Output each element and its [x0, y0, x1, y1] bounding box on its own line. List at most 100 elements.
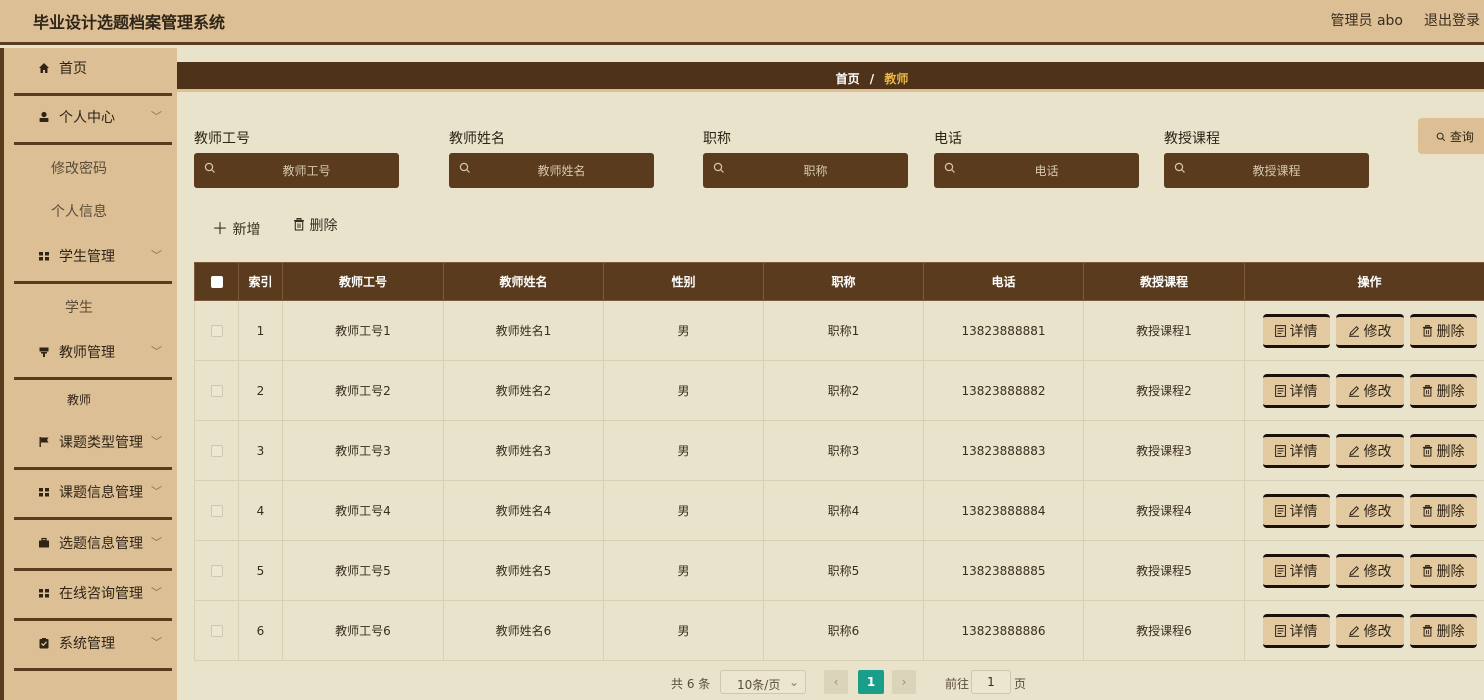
- document-icon: [1274, 324, 1286, 337]
- sidebar-subitem-student[interactable]: 学生: [14, 287, 172, 327]
- sidebar-subitem-personal-info[interactable]: 个人信息: [14, 191, 172, 231]
- sidebar: 首页 个人中心 ﹀ 修改密码 个人信息 学生管理 ﹀ 学生 教师管理 ﹀ 教师: [0, 48, 177, 700]
- page-size-select[interactable]: 10条/页 ⌄: [720, 670, 806, 694]
- breadcrumb: 首页 / 教师: [177, 70, 1484, 87]
- edit-button[interactable]: 修改: [1335, 373, 1404, 408]
- edit-button[interactable]: 修改: [1335, 433, 1404, 468]
- sidebar-item-consult-mgmt[interactable]: 在线咨询管理 ﹀: [14, 573, 172, 621]
- phone-cell: 13823888883: [923, 420, 1084, 481]
- home-icon: [38, 62, 50, 76]
- row-select-cell[interactable]: [194, 480, 239, 541]
- row-checkbox[interactable]: [210, 385, 223, 397]
- edit-button[interactable]: 修改: [1335, 553, 1404, 588]
- pencil-icon: [1348, 505, 1359, 517]
- row-select-cell[interactable]: [194, 300, 239, 361]
- teacher-name-cell: 教师姓名5: [443, 540, 604, 601]
- select-all-checkbox[interactable]: [210, 276, 223, 288]
- delete-label: 删除: [1436, 323, 1465, 340]
- row-checkbox[interactable]: [210, 565, 223, 577]
- delete-button[interactable]: 删除: [1409, 373, 1477, 408]
- breadcrumb-home[interactable]: 首页: [836, 72, 860, 86]
- course-cell: 教授课程5: [1083, 540, 1245, 601]
- detail-button[interactable]: 详情: [1262, 313, 1330, 348]
- chevron-down-icon: ﹀: [151, 636, 162, 649]
- row-checkbox[interactable]: [210, 445, 223, 457]
- detail-button[interactable]: 详情: [1262, 613, 1330, 648]
- row-select-cell[interactable]: [194, 420, 239, 481]
- row-select-cell[interactable]: [194, 600, 239, 661]
- row-checkbox[interactable]: [210, 505, 223, 517]
- course-cell: 教授课程1: [1083, 300, 1245, 361]
- add-label: 新增: [232, 222, 261, 238]
- teacher-id-cell: 教师工号2: [282, 360, 444, 421]
- teacher-id-cell: 教师工号1: [282, 300, 444, 361]
- phone-input[interactable]: 电话: [934, 153, 1139, 188]
- delete-button[interactable]: 删除: [1409, 553, 1477, 588]
- row-select-cell[interactable]: [194, 360, 239, 421]
- delete-label: 删除: [1436, 503, 1465, 520]
- table-row: 1 教师工号1 教师姓名1 男职称1 13823888881 教授课程1 详情 修改 删除: [194, 300, 1484, 361]
- detail-label: 详情: [1289, 383, 1318, 400]
- delete-button[interactable]: 删除: [1409, 493, 1477, 528]
- add-button[interactable]: ＋ 新增: [212, 215, 260, 239]
- goto-page-input[interactable]: 1: [971, 670, 1011, 694]
- prev-page-button[interactable]: ‹: [824, 670, 848, 694]
- sidebar-item-student-mgmt[interactable]: 学生管理 ﹀: [14, 236, 172, 284]
- detail-button[interactable]: 详情: [1262, 493, 1330, 528]
- chevron-down-icon: ﹀: [151, 485, 162, 498]
- row-checkbox[interactable]: [210, 325, 223, 337]
- detail-button[interactable]: 详情: [1262, 373, 1330, 408]
- phone-cell: 13823888885: [923, 540, 1084, 601]
- sidebar-subitem-label: 修改密码: [51, 161, 107, 177]
- pencil-icon: [1348, 565, 1359, 577]
- delete-button[interactable]: 删除: [1409, 613, 1477, 648]
- sidebar-item-teacher-mgmt[interactable]: 教师管理 ﹀: [14, 332, 172, 380]
- sidebar-item-system-mgmt[interactable]: 系统管理 ﹀: [14, 623, 172, 671]
- document-icon: [1274, 444, 1286, 457]
- title-cell: 职称4: [763, 480, 924, 541]
- teacher-id-input[interactable]: 教师工号: [194, 153, 399, 188]
- query-label: 查询: [1449, 130, 1474, 144]
- page-number-active[interactable]: 1: [858, 670, 884, 694]
- edit-button[interactable]: 修改: [1335, 313, 1404, 348]
- sidebar-item-selection-info-mgmt[interactable]: 选题信息管理 ﹀: [14, 523, 172, 571]
- sidebar-subitem-change-password[interactable]: 修改密码: [14, 148, 172, 188]
- input-placeholder: 职称: [803, 164, 828, 178]
- sidebar-item-topic-type-mgmt[interactable]: 课题类型管理 ﹀: [14, 422, 172, 470]
- top-header: 毕业设计选题档案管理系统 管理员 abo 退出登录: [0, 0, 1484, 45]
- row-select-cell[interactable]: [194, 540, 239, 601]
- sidebar-item-home[interactable]: 首页: [14, 48, 172, 96]
- edit-label: 修改: [1363, 563, 1392, 580]
- title-input[interactable]: 职称: [703, 153, 908, 188]
- edit-label: 修改: [1363, 443, 1392, 460]
- phone-cell: 13823888881: [923, 300, 1084, 361]
- document-icon: [1274, 384, 1286, 397]
- query-button[interactable]: 查询: [1418, 118, 1484, 154]
- edit-label: 修改: [1363, 623, 1392, 640]
- chevron-down-icon: ﹀: [151, 345, 162, 358]
- sidebar-item-label: 系统管理: [59, 636, 115, 652]
- column-header: 教授课程: [1083, 262, 1245, 301]
- next-page-button[interactable]: ›: [892, 670, 916, 694]
- teacher-name-input[interactable]: 教师姓名: [449, 153, 654, 188]
- sidebar-item-personal-center[interactable]: 个人中心 ﹀: [14, 97, 172, 145]
- row-checkbox[interactable]: [210, 625, 223, 637]
- course-input[interactable]: 教授课程: [1164, 153, 1369, 188]
- teacher-id-cell: 教师工号4: [282, 480, 444, 541]
- detail-button[interactable]: 详情: [1262, 433, 1330, 468]
- batch-delete-button[interactable]: 删除: [293, 215, 337, 235]
- edit-button[interactable]: 修改: [1335, 493, 1404, 528]
- podium-icon: [38, 346, 50, 360]
- sidebar-item-topic-info-mgmt[interactable]: 课题信息管理 ﹀: [14, 472, 172, 520]
- input-placeholder: 教师工号: [282, 164, 331, 178]
- trash-icon: [1422, 444, 1432, 457]
- filter-label-teacher-id: 教师工号: [194, 131, 250, 147]
- logout-link[interactable]: 退出登录: [1424, 10, 1480, 30]
- search-icon: [713, 162, 724, 173]
- detail-button[interactable]: 详情: [1262, 553, 1330, 588]
- sidebar-subitem-teacher[interactable]: 教师: [14, 381, 172, 421]
- delete-button[interactable]: 删除: [1409, 313, 1477, 348]
- delete-button[interactable]: 删除: [1409, 433, 1477, 468]
- select-all-cell[interactable]: [194, 262, 239, 301]
- edit-button[interactable]: 修改: [1335, 613, 1404, 648]
